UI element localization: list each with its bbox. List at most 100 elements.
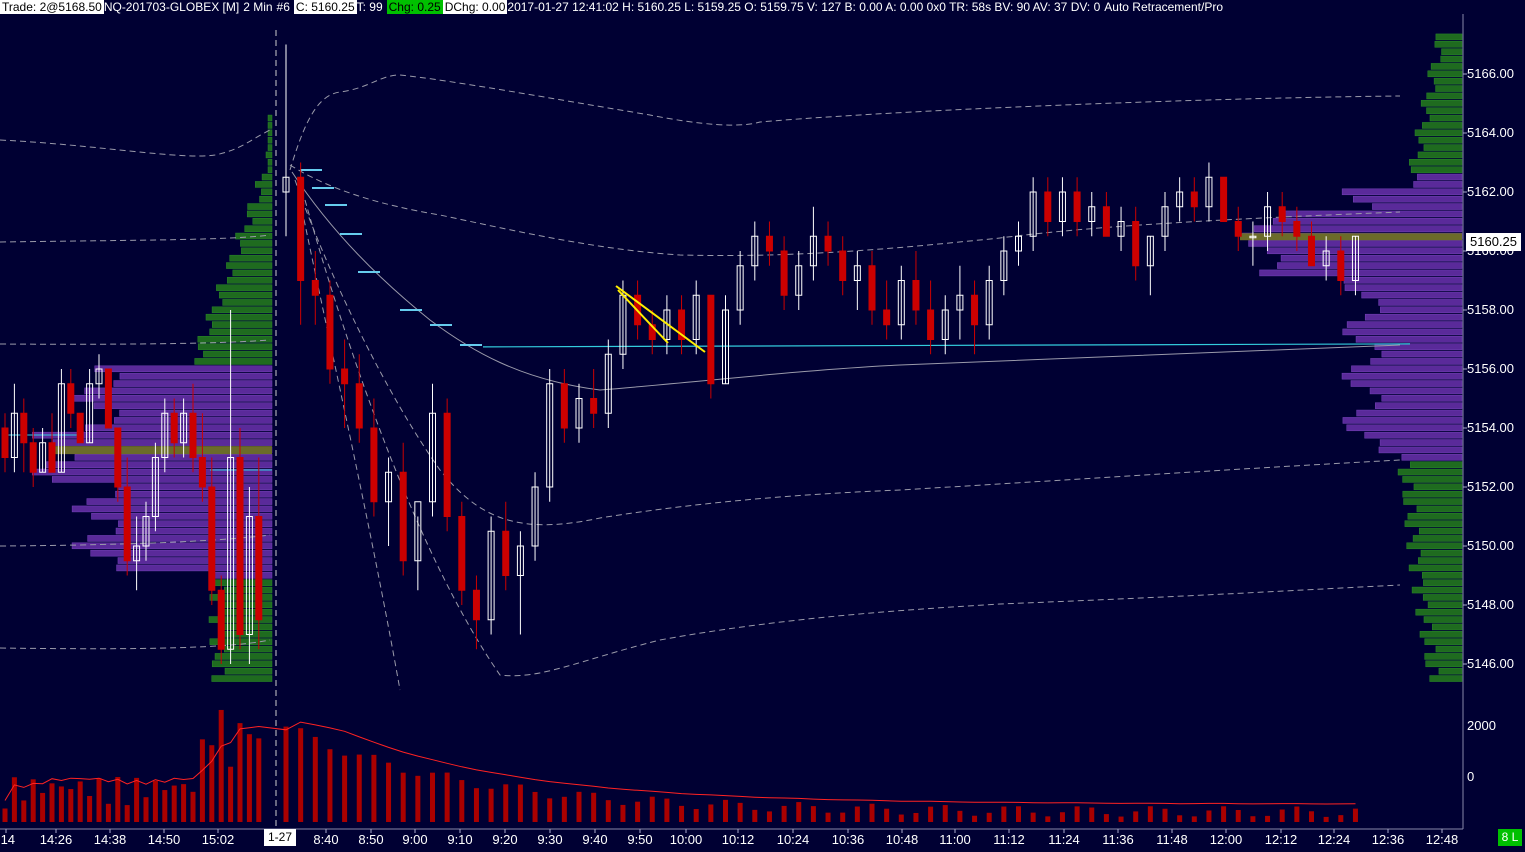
time-tick-label: 14:50	[148, 832, 181, 847]
candle	[326, 280, 334, 384]
time-tick-label: 8:50	[358, 832, 383, 847]
profile-bar	[1370, 358, 1463, 365]
profile-bar	[1432, 623, 1463, 631]
price-chart[interactable]: 5166.005164.005162.005160.005158.005156.…	[0, 0, 1525, 847]
profile-bar	[246, 210, 273, 218]
candle	[236, 428, 244, 650]
volume-bar	[1338, 815, 1344, 822]
profile-bar	[94, 365, 273, 373]
profile-bar	[84, 387, 273, 395]
symbol-label[interactable]: NQ-201703-GLOBEX [M]	[104, 0, 243, 14]
volume-bar	[532, 791, 538, 822]
candle	[48, 413, 56, 473]
vwap-band-line	[304, 199, 1401, 677]
volume-bar	[781, 805, 787, 822]
volume-bar	[152, 780, 158, 822]
profile-bar	[1434, 41, 1463, 48]
candle-body	[707, 294, 715, 385]
profile-bar	[218, 601, 273, 609]
status-flag[interactable]: 8 L	[1498, 829, 1522, 846]
profile-bar	[1406, 542, 1463, 550]
candle	[1161, 192, 1169, 251]
price-axis: 5166.005164.005162.005160.005158.005156.…	[1463, 66, 1514, 671]
profile-bar	[1379, 439, 1463, 446]
volume-bar	[1221, 806, 1227, 822]
profile-bar	[1420, 100, 1463, 107]
volume-bar	[1103, 814, 1109, 822]
candle	[341, 339, 349, 428]
study-name[interactable]: Auto Retracement/Pro	[1104, 0, 1227, 14]
profile-bar	[267, 159, 273, 166]
volume-bar	[283, 726, 289, 822]
profile-bar	[1277, 262, 1463, 269]
profile-bar	[1374, 343, 1463, 350]
candle	[927, 280, 935, 355]
candle-body	[1044, 191, 1052, 222]
candle	[575, 383, 583, 443]
volume-bar	[1133, 811, 1139, 822]
profile-bar	[72, 395, 273, 402]
time-tick-label: 9:50	[627, 832, 652, 847]
time-tick-label: 10:24	[777, 832, 810, 847]
profile-bar	[267, 136, 273, 144]
candle	[912, 251, 920, 325]
volume-bar	[605, 800, 611, 822]
profile-bar	[1427, 70, 1463, 78]
vwap-band-line	[0, 129, 271, 157]
candle-body	[1293, 221, 1301, 237]
volume-bar	[30, 779, 36, 822]
volume-bar	[444, 772, 450, 822]
candle	[10, 383, 18, 473]
volume-bar	[256, 738, 262, 822]
volume-panel: 2000 0	[2, 709, 1496, 822]
profile-bar	[224, 667, 273, 675]
candle-body	[458, 516, 466, 591]
volume-bar	[87, 796, 93, 822]
volume-bar	[1206, 810, 1212, 822]
profile-bar	[221, 608, 273, 616]
volume-bar	[1118, 816, 1124, 822]
candle-body	[1073, 191, 1081, 222]
candle	[546, 369, 554, 502]
time-tick-label: 12:12	[1265, 832, 1298, 847]
candle-body	[341, 368, 349, 385]
candle	[20, 398, 28, 473]
volume-bar	[209, 745, 215, 822]
candle	[67, 369, 75, 428]
vwap-band-line	[297, 189, 401, 691]
profile-bar	[1402, 476, 1463, 483]
time-tick-label: 10:00	[670, 832, 703, 847]
volume-tick-label: 2000	[1467, 718, 1496, 733]
profile-bar	[244, 225, 273, 232]
price-tick-label: 5164.00	[1467, 125, 1514, 140]
volume-bar	[796, 802, 802, 822]
volume-bar	[1162, 808, 1168, 822]
price-tick-label: 5158.00	[1467, 302, 1514, 317]
volume-bar	[708, 804, 714, 822]
candle	[531, 472, 539, 561]
candle	[736, 251, 744, 325]
interval-label[interactable]: 2 Min	[243, 0, 276, 14]
profile-bar	[1433, 77, 1463, 85]
candle	[1176, 177, 1184, 222]
candle	[560, 369, 568, 443]
candle-body	[590, 398, 598, 414]
profile-bar	[1417, 173, 1463, 181]
volume-bar	[737, 802, 743, 822]
profile-bar	[1412, 535, 1463, 542]
volume-bar	[649, 796, 655, 822]
vwap-band-line	[289, 74, 1401, 171]
candle	[1102, 192, 1110, 237]
profile-bar	[1426, 92, 1463, 100]
candle	[1132, 206, 1140, 281]
profile-bar	[261, 188, 273, 196]
volume-bar	[49, 783, 55, 822]
profile-bar	[1440, 55, 1463, 63]
candle-body	[170, 412, 178, 444]
profile-bar	[1435, 85, 1463, 92]
profile-bar	[93, 402, 273, 409]
profile-bar	[1346, 321, 1463, 328]
profile-bar	[1272, 218, 1463, 225]
volume-bar	[1030, 812, 1036, 822]
time-axis: :14 14:26 14:38 14:50 15:02 8:40 8:50 9:00 9:10 9…	[0, 829, 1458, 847]
